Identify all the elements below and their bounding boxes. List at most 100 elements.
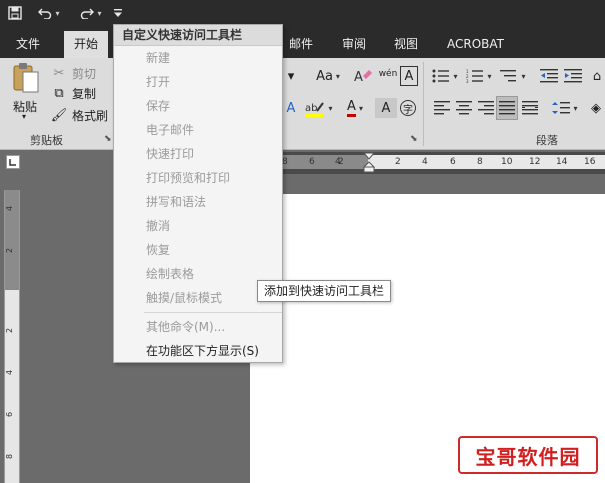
menu-item-email[interactable]: 电子邮件 bbox=[114, 118, 282, 142]
numbering-dropdown-icon: ▾ bbox=[487, 71, 492, 81]
copy-button[interactable]: ⧉ 复制 bbox=[50, 82, 96, 104]
cut-button[interactable]: ✂ 剪切 bbox=[50, 62, 96, 84]
clear-format-icon: A bbox=[354, 70, 372, 85]
menu-item-show-below-ribbon[interactable]: 在功能区下方显示(S) bbox=[114, 339, 282, 363]
ruler-tick: 2 bbox=[5, 247, 15, 254]
font-color-button[interactable]: A ▾ bbox=[340, 98, 370, 118]
shading-button[interactable]: ◈ bbox=[588, 98, 604, 118]
change-case-dropdown-icon: ▾ bbox=[335, 71, 340, 81]
numbering-icon: 1 2 3 bbox=[466, 69, 484, 83]
chinese-layout-button[interactable]: ⌂ bbox=[590, 66, 604, 86]
ruler-tick: 4 bbox=[5, 369, 15, 376]
menu-item-open[interactable]: 打开 bbox=[114, 70, 282, 94]
undo-dropdown-icon[interactable]: ▾ bbox=[55, 9, 59, 18]
redo-dropdown-icon[interactable]: ▾ bbox=[97, 9, 101, 18]
horizontal-ruler[interactable]: 8 6 4 2 2 4 6 8 10 12 14 16 bbox=[250, 152, 605, 174]
shrink-font-dropdown-icon[interactable]: ▾ bbox=[284, 66, 298, 86]
ruler-tick: 16 bbox=[584, 157, 596, 167]
tab-home[interactable]: 开始 bbox=[64, 31, 109, 58]
highlighter-icon: ab bbox=[305, 102, 325, 117]
menu-item-new[interactable]: 新建 bbox=[114, 46, 282, 70]
increase-indent-icon bbox=[564, 69, 582, 83]
bullets-button[interactable]: ▾ bbox=[430, 66, 460, 86]
tab-review[interactable]: 审阅 bbox=[332, 31, 376, 58]
line-spacing-button[interactable]: ▾ bbox=[550, 98, 580, 118]
highlight-dropdown-icon: ▾ bbox=[328, 103, 333, 113]
save-button[interactable] bbox=[4, 3, 26, 23]
increase-indent-button[interactable] bbox=[562, 66, 584, 86]
menu-item-quick-print[interactable]: 快速打印 bbox=[114, 142, 282, 166]
align-right-button[interactable] bbox=[476, 98, 496, 118]
redo-button[interactable]: ▾ bbox=[74, 3, 108, 23]
menu-item-print-preview[interactable]: 打印预览和打印 bbox=[114, 166, 282, 190]
format-painter-icon: 🖌 bbox=[50, 107, 68, 123]
character-border-button[interactable]: A bbox=[400, 66, 418, 86]
ruler-tick: 6 bbox=[309, 157, 315, 167]
redo-icon bbox=[81, 8, 95, 19]
undo-icon bbox=[38, 8, 52, 19]
change-case-button[interactable]: Aa ▾ bbox=[313, 66, 343, 86]
ruler-tick: 2 bbox=[5, 327, 15, 334]
clipboard-group-label: 剪贴板 bbox=[30, 134, 63, 147]
ruler-tick: 12 bbox=[529, 157, 541, 167]
tooltip: 添加到快速访问工具栏 bbox=[257, 280, 392, 302]
align-left-button[interactable] bbox=[432, 98, 452, 118]
menu-item-spelling[interactable]: 拼写和语法 bbox=[114, 190, 282, 214]
enclose-characters-label: 字 bbox=[400, 100, 416, 116]
customize-qat-menu: 自定义快速访问工具栏 新建 打开 保存 电子邮件 快速打印 打印预览和打印 拼写… bbox=[113, 24, 283, 363]
ruler-tick: 6 bbox=[450, 157, 456, 167]
ribbon-tabs: 文件 开始 邮件 审阅 视图 ACROBAT bbox=[0, 26, 605, 58]
ruler-tick: 2 bbox=[395, 157, 401, 167]
menu-item-undo[interactable]: 撤消 bbox=[114, 214, 282, 238]
highlight-color-button[interactable]: ab ▾ bbox=[304, 98, 334, 118]
ruler-tick: 14 bbox=[556, 157, 568, 167]
undo-button[interactable]: ▾ bbox=[32, 3, 66, 23]
clipboard-launcher-icon[interactable]: ⬊ bbox=[104, 134, 112, 144]
tab-selector[interactable] bbox=[6, 155, 20, 169]
menu-item-redo[interactable]: 恢复 bbox=[114, 238, 282, 262]
menu-item-more-commands[interactable]: 其他命令(M)... bbox=[114, 315, 282, 339]
bullets-dropdown-icon: ▾ bbox=[453, 71, 458, 81]
tab-view[interactable]: 视图 bbox=[384, 31, 428, 58]
tab-mailings[interactable]: 邮件 bbox=[279, 31, 323, 58]
tab-file[interactable]: 文件 bbox=[6, 31, 50, 58]
paste-button[interactable]: 粘贴 ▾ bbox=[8, 62, 44, 122]
paste-dropdown-icon[interactable]: ▾ bbox=[22, 112, 26, 121]
align-center-button[interactable] bbox=[454, 98, 474, 118]
font-launcher-icon[interactable]: ⬊ bbox=[410, 134, 418, 144]
paragraph-group-label: 段落 bbox=[536, 134, 558, 147]
vertical-ruler[interactable]: 4 2 2 4 6 8 bbox=[4, 190, 20, 483]
character-border-label: A bbox=[404, 68, 414, 84]
multilevel-dropdown-icon: ▾ bbox=[521, 71, 526, 81]
ruler-tick: 2 bbox=[338, 157, 344, 167]
copy-label: 复制 bbox=[72, 86, 97, 101]
multilevel-list-icon bbox=[500, 70, 517, 82]
menu-item-save[interactable]: 保存 bbox=[114, 94, 282, 118]
clipboard-icon bbox=[13, 63, 39, 93]
decrease-indent-icon bbox=[540, 69, 558, 83]
tab-acrobat[interactable]: ACROBAT bbox=[437, 31, 514, 58]
text-effects-button[interactable]: A bbox=[284, 98, 298, 118]
numbering-button[interactable]: 1 2 3 ▾ bbox=[464, 66, 494, 86]
ruler-tick: 4 bbox=[5, 205, 15, 212]
left-tab-icon bbox=[9, 159, 16, 166]
character-shading-button[interactable]: A bbox=[375, 98, 397, 118]
line-spacing-icon bbox=[552, 102, 571, 114]
font-color-dropdown-icon: ▾ bbox=[358, 103, 363, 113]
multilevel-list-button[interactable]: ▾ bbox=[498, 66, 528, 86]
save-icon bbox=[8, 6, 22, 20]
justify-button[interactable] bbox=[496, 96, 518, 120]
align-left-icon bbox=[434, 101, 450, 115]
phonetic-guide-button[interactable]: wén bbox=[376, 64, 400, 84]
enclose-characters-button[interactable]: 字 bbox=[398, 98, 418, 118]
customize-qat-button[interactable] bbox=[111, 3, 125, 23]
ribbon: 粘贴 ▾ ✂ 剪切 ⧉ 复制 🖌 格式刷 剪贴板 ⬊ ▾ Aa ▾ A wén … bbox=[0, 58, 605, 150]
decrease-indent-button[interactable] bbox=[538, 66, 560, 86]
copy-icon: ⧉ bbox=[54, 85, 64, 101]
format-painter-button[interactable]: 🖌 格式刷 bbox=[50, 104, 108, 126]
ruler-tick: 10 bbox=[501, 157, 513, 167]
indent-marker-icon[interactable] bbox=[363, 152, 375, 174]
distributed-button[interactable] bbox=[520, 98, 540, 118]
svg-text:A: A bbox=[354, 70, 363, 85]
clear-format-button[interactable]: A bbox=[352, 66, 374, 86]
